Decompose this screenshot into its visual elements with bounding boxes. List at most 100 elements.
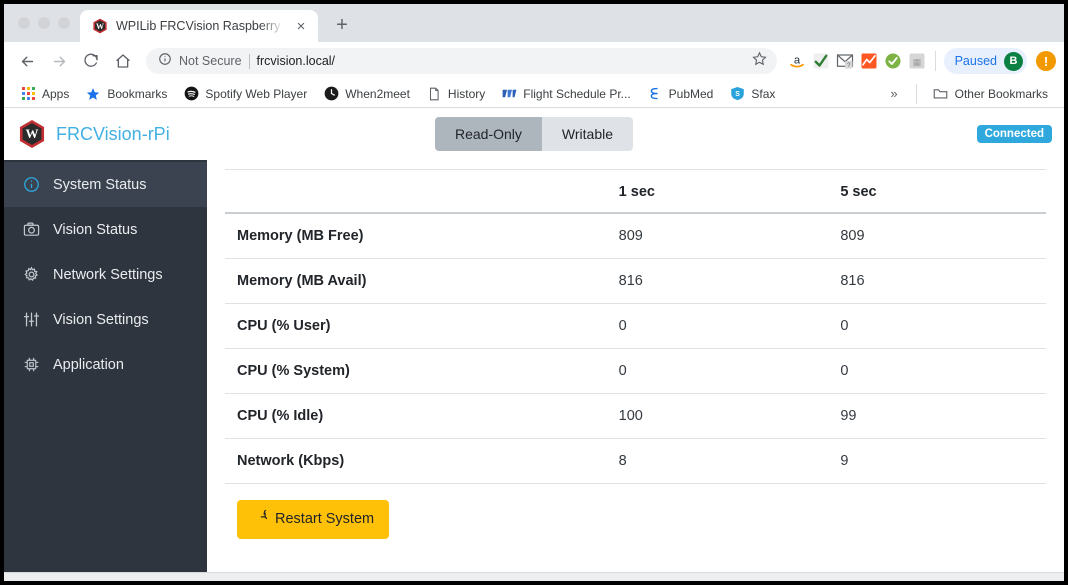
svg-text:a: a	[793, 54, 800, 66]
row-value-5sec: 9	[824, 438, 1046, 483]
bookmark-label: Spotify Web Player	[205, 87, 307, 101]
body-row: System Status Vision Status Network Sett…	[4, 160, 1064, 572]
omnibox-divider	[249, 54, 250, 69]
sfax-icon: S	[729, 86, 745, 102]
bookmark-history[interactable]: History	[420, 83, 491, 105]
update-alert-icon[interactable]: !	[1036, 51, 1056, 71]
checkmark-extension-icon[interactable]	[811, 51, 831, 71]
tab-title: WPILib FRCVision Raspberry Pi	[116, 19, 284, 33]
back-icon[interactable]	[12, 46, 42, 76]
info-circle-icon	[22, 176, 40, 194]
row-label: Memory (MB Free)	[225, 213, 603, 259]
sidebar-item-label: Vision Settings	[53, 312, 149, 328]
bookmark-spotify[interactable]: Spotify Web Player	[177, 83, 313, 105]
gear-icon	[22, 266, 40, 284]
table-body: Memory (MB Free) 809 809 Memory (MB Avai…	[225, 213, 1046, 484]
gmail-extension-icon[interactable]: ?	[835, 51, 855, 71]
bookmark-flight-schedule[interactable]: Flight Schedule Pr...	[495, 83, 636, 105]
sidebar-item-network-settings[interactable]: Network Settings	[4, 252, 207, 297]
apps-grid-icon	[20, 86, 36, 102]
sidebar-item-label: Network Settings	[53, 267, 163, 283]
sidebar-item-label: System Status	[53, 177, 146, 193]
info-circle-icon	[158, 52, 172, 71]
restart-system-button[interactable]: Restart System	[237, 500, 389, 539]
url-text: frcvision.local/	[257, 54, 336, 68]
row-value-5sec: 0	[824, 348, 1046, 393]
row-value-1sec: 809	[603, 213, 825, 259]
bookmark-apps[interactable]: Apps	[14, 83, 75, 105]
read-only-button[interactable]: Read-Only	[435, 117, 542, 151]
toolbar-divider	[935, 51, 936, 71]
bookmark-when2meet[interactable]: When2meet	[317, 83, 416, 105]
main-content: 1 sec 5 sec Memory (MB Free) 809 809 Mem…	[207, 160, 1064, 572]
row-label: Memory (MB Avail)	[225, 258, 603, 303]
bookmarks-bar: Apps Bookmarks Spotify Web Player When2m…	[4, 80, 1064, 108]
new-tab-button[interactable]: +	[328, 11, 356, 39]
avatar: B	[1004, 52, 1023, 71]
spotify-icon	[183, 86, 199, 102]
flight-icon	[501, 86, 517, 102]
bookmark-label: When2meet	[345, 87, 410, 101]
brand-name: FRCVision-rPi	[56, 124, 170, 145]
wpilib-logo-icon: W	[18, 120, 46, 148]
chip-icon	[22, 356, 40, 374]
verified-extension-icon[interactable]	[883, 51, 903, 71]
amazon-extension-icon[interactable]: a	[787, 51, 807, 71]
row-value-5sec: 0	[824, 303, 1046, 348]
svg-text:S: S	[735, 91, 740, 98]
table-row: Memory (MB Avail) 816 816	[225, 258, 1046, 303]
bottom-strip	[4, 572, 1064, 581]
close-icon[interactable]: ×	[292, 17, 310, 35]
home-icon[interactable]	[108, 46, 138, 76]
sidebar-item-system-status[interactable]: System Status	[4, 162, 207, 207]
bookmark-pubmed[interactable]: PubMed	[641, 83, 720, 105]
brand[interactable]: W FRCVision-rPi	[18, 120, 170, 148]
bookmark-bookmarks[interactable]: Bookmarks	[79, 83, 173, 105]
folder-icon	[933, 86, 949, 102]
window-controls	[12, 4, 80, 42]
bookmarks-overflow-button[interactable]: »	[882, 83, 905, 104]
analytics-extension-icon[interactable]	[859, 51, 879, 71]
browser-tab[interactable]: W WPILib FRCVision Raspberry Pi ×	[80, 10, 318, 42]
table-row: CPU (% Idle) 100 99	[225, 393, 1046, 438]
disabled-extension-icon[interactable]: ▦	[907, 51, 927, 71]
sidebar-item-vision-status[interactable]: Vision Status	[4, 207, 207, 252]
maximize-window-button[interactable]	[58, 17, 70, 29]
row-label: Network (Kbps)	[225, 438, 603, 483]
forward-icon[interactable]	[44, 46, 74, 76]
sliders-icon	[22, 311, 40, 329]
bookmark-star-icon[interactable]	[752, 51, 767, 71]
bookmarks-divider	[916, 84, 917, 104]
sidebar-item-vision-settings[interactable]: Vision Settings	[4, 297, 207, 342]
bookmark-label: History	[448, 87, 485, 101]
sidebar-item-application[interactable]: Application	[4, 342, 207, 387]
close-window-button[interactable]	[18, 17, 30, 29]
pubmed-icon	[647, 86, 663, 102]
bookmark-label: Bookmarks	[107, 87, 167, 101]
writable-button[interactable]: Writable	[542, 117, 633, 151]
bookmark-label: Sfax	[751, 87, 775, 101]
security-label: Not Secure	[179, 54, 242, 68]
table-row: Memory (MB Free) 809 809	[225, 213, 1046, 259]
wpilib-favicon: W	[92, 18, 108, 34]
row-value-5sec: 99	[824, 393, 1046, 438]
browser-window: W WPILib FRCVision Raspberry Pi × + Not …	[4, 4, 1064, 581]
status-badge: Connected	[977, 125, 1052, 143]
camera-icon	[22, 221, 40, 239]
row-value-1sec: 0	[603, 348, 825, 393]
mode-toggle-group: Read-Only Writable	[435, 117, 633, 151]
tab-strip: W WPILib FRCVision Raspberry Pi × +	[4, 4, 1064, 42]
minimize-window-button[interactable]	[38, 17, 50, 29]
clock-icon	[323, 86, 339, 102]
row-value-1sec: 100	[603, 393, 825, 438]
app-header: W FRCVision-rPi Read-Only Writable Conne…	[4, 108, 1064, 160]
bookmark-sfax[interactable]: S Sfax	[723, 83, 781, 105]
system-status-table: 1 sec 5 sec Memory (MB Free) 809 809 Mem…	[225, 168, 1046, 484]
address-bar[interactable]: Not Secure frcvision.local/	[146, 48, 777, 74]
other-bookmarks-folder[interactable]: Other Bookmarks	[927, 83, 1054, 105]
page-icon	[426, 86, 442, 102]
extension-icons: a ? ▦	[785, 51, 927, 71]
reload-icon[interactable]	[76, 46, 106, 76]
profile-paused-pill[interactable]: Paused B	[944, 48, 1027, 74]
row-value-1sec: 816	[603, 258, 825, 303]
